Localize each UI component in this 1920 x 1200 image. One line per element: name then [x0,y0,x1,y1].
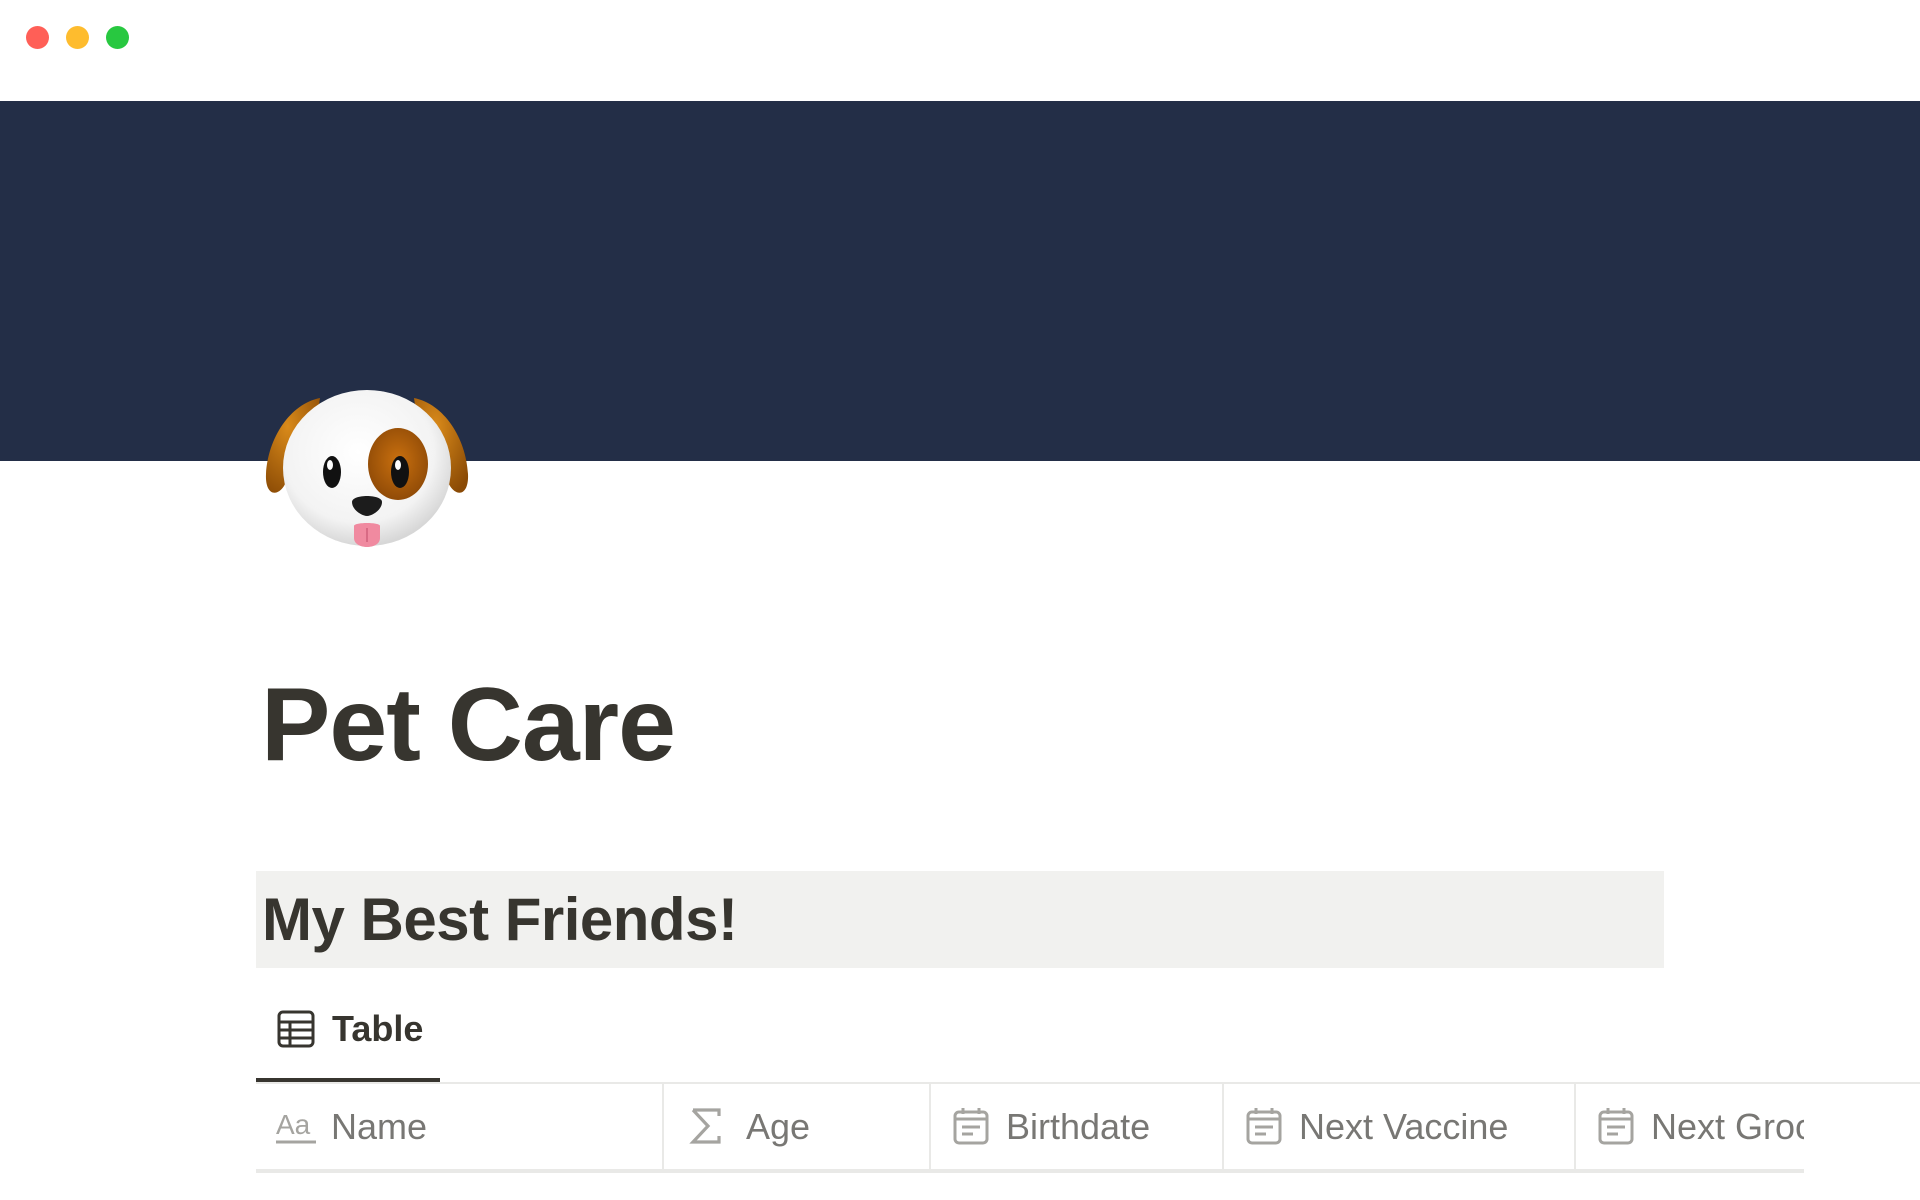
zoom-window-button[interactable] [106,26,129,49]
section-heading: My Best Friends! [262,886,738,953]
column-header-birthdate[interactable]: Birthdate [931,1084,1224,1169]
column-label: Next Vaccine [1299,1106,1509,1147]
page-title[interactable]: Pet Care [261,660,676,790]
column-label: Birthdate [1006,1106,1151,1147]
calendar-icon [1244,1106,1284,1146]
dog-face-icon[interactable] [262,376,472,566]
window-titlebar [0,0,1920,101]
minimize-window-button[interactable] [66,26,89,49]
table-icon [276,1009,316,1049]
column-header-next-grooming[interactable]: Next Groc [1576,1084,1804,1169]
column-label: Age [746,1106,811,1147]
column-label: Next Groc [1651,1106,1804,1147]
close-window-button[interactable] [26,26,49,49]
calendar-icon [951,1106,991,1146]
text-property-icon: Aa [276,1106,316,1146]
column-label: Name [331,1106,428,1147]
calendar-icon [1596,1106,1636,1146]
column-header-next-vaccine[interactable]: Next Vaccine [1224,1084,1576,1169]
view-tab-table[interactable]: Table [256,988,440,1082]
column-header-name[interactable]: Aa Name [256,1084,664,1169]
table-header-divider [256,1169,1804,1173]
section-heading-block[interactable]: My Best Friends! [256,871,1664,968]
formula-sigma-icon [686,1106,726,1146]
svg-text:Aa: Aa [276,1109,311,1140]
view-tab-label: Table [332,1008,424,1049]
column-header-age[interactable]: Age [664,1084,931,1169]
table-header-row: Aa Name Age Birthdate Next Vaccine Next … [256,1084,1804,1169]
